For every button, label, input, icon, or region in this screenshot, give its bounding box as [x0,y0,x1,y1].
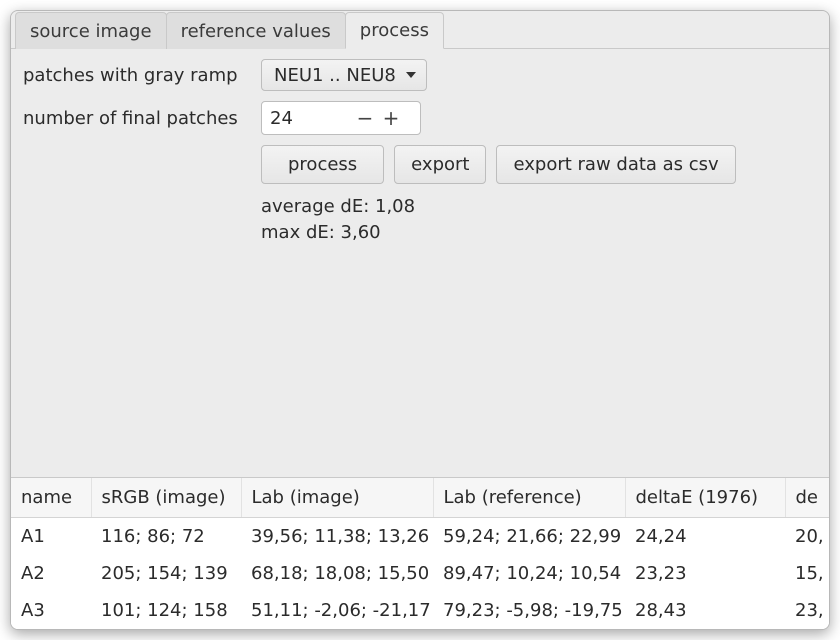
col-srgb[interactable]: sRGB (image) [91,478,241,518]
results-table-wrap: name sRGB (image) Lab (image) Lab (refer… [11,477,829,630]
cell-lab-ref: 79,23; -5,98; -19,75 [433,592,625,629]
step-up-icon[interactable]: + [378,108,404,128]
cell-name: A1 [11,518,91,556]
tab-process[interactable]: process [345,12,444,49]
col-de76[interactable]: deltaE (1976) [625,478,785,518]
tab-strip: source image reference values process [11,11,829,49]
num-patches-stepper[interactable]: − + [261,101,421,135]
num-patches-input[interactable] [262,104,352,133]
cell-de-extra: 20, [785,518,829,556]
cell-de76: 24,24 [625,518,785,556]
cell-lab-img: 51,11; -2,06; -21,17 [241,592,433,629]
chevron-down-icon [406,72,416,78]
gray-ramp-label: patches with gray ramp [23,65,261,86]
col-lab-ref[interactable]: Lab (reference) [433,478,625,518]
table-row[interactable]: A3 101; 124; 158 51,11; -2,06; -21,17 79… [11,592,829,629]
cell-de-extra: 23, [785,592,829,629]
num-patches-label: number of final patches [23,108,261,129]
stats-block: average dE: 1,08 max dE: 3,60 [261,194,817,246]
gray-ramp-value: NEU1 .. NEU8 [274,65,396,86]
cell-de76: 28,43 [625,592,785,629]
table-row[interactable]: A2 205; 154; 139 68,18; 18,08; 15,50 89,… [11,555,829,592]
results-table: name sRGB (image) Lab (image) Lab (refer… [11,478,829,630]
col-lab-img[interactable]: Lab (image) [241,478,433,518]
step-down-icon[interactable]: − [352,108,378,128]
app-window: source image reference values process pa… [10,10,830,630]
gray-ramp-dropdown[interactable]: NEU1 .. NEU8 [261,59,427,91]
cell-de-extra: 15, [785,555,829,592]
cell-name: A2 [11,555,91,592]
cell-srgb: 205; 154; 139 [91,555,241,592]
cell-srgb: 116; 86; 72 [91,518,241,556]
cell-lab-ref: 59,24; 21,66; 22,99 [433,518,625,556]
max-de-text: max dE: 3,60 [261,220,817,246]
col-de-extra[interactable]: de [785,478,829,518]
cell-lab-img: 39,56; 11,38; 13,26 [241,518,433,556]
tab-reference-values[interactable]: reference values [166,12,346,49]
export-button[interactable]: export [394,145,486,184]
cell-lab-img: 68,18; 18,08; 15,50 [241,555,433,592]
table-header-row: name sRGB (image) Lab (image) Lab (refer… [11,478,829,518]
cell-srgb: 101; 124; 158 [91,592,241,629]
tab-source-image[interactable]: source image [15,12,167,49]
cell-name: A3 [11,592,91,629]
process-panel: patches with gray ramp NEU1 .. NEU8 numb… [11,49,829,246]
process-button[interactable]: process [261,145,384,184]
export-csv-button[interactable]: export raw data as csv [496,145,735,184]
col-name[interactable]: name [11,478,91,518]
table-row[interactable]: A1 116; 86; 72 39,56; 11,38; 13,26 59,24… [11,518,829,556]
average-de-text: average dE: 1,08 [261,194,817,220]
cell-de76: 23,23 [625,555,785,592]
cell-lab-ref: 89,47; 10,24; 10,54 [433,555,625,592]
